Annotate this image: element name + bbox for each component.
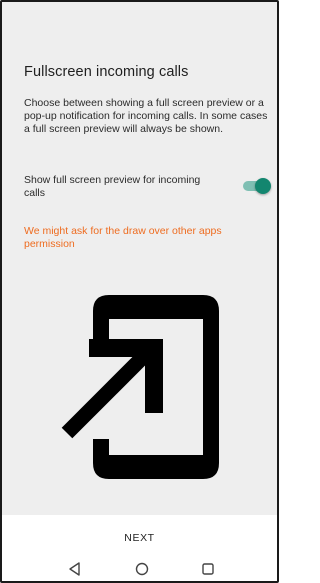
toggle-thumb <box>255 178 271 194</box>
toggle-label: Show full screen preview for incoming ca… <box>24 174 201 199</box>
page-title: Fullscreen incoming calls <box>24 64 189 80</box>
system-navigation-bar <box>2 555 277 581</box>
fullscreen-preview-toggle[interactable] <box>242 178 271 194</box>
description-text: Choose between showing a full screen pre… <box>24 97 268 135</box>
square-recents-icon[interactable] <box>200 561 216 577</box>
circle-home-icon[interactable] <box>134 561 150 577</box>
settings-screen: Fullscreen incoming calls Choose between… <box>2 2 277 515</box>
fullscreen-preview-setting[interactable]: Show full screen preview for incoming ca… <box>24 174 271 202</box>
permission-warning: We might ask for the draw over other app… <box>24 225 222 250</box>
arrow-icon <box>61 339 163 439</box>
triangle-back-icon[interactable] <box>67 561 83 577</box>
device-frame: Fullscreen incoming calls Choose between… <box>0 0 279 583</box>
bottom-area: NEXT <box>2 515 277 581</box>
next-button[interactable]: NEXT <box>102 527 177 549</box>
phone-enter-arrow-icon <box>61 295 219 479</box>
